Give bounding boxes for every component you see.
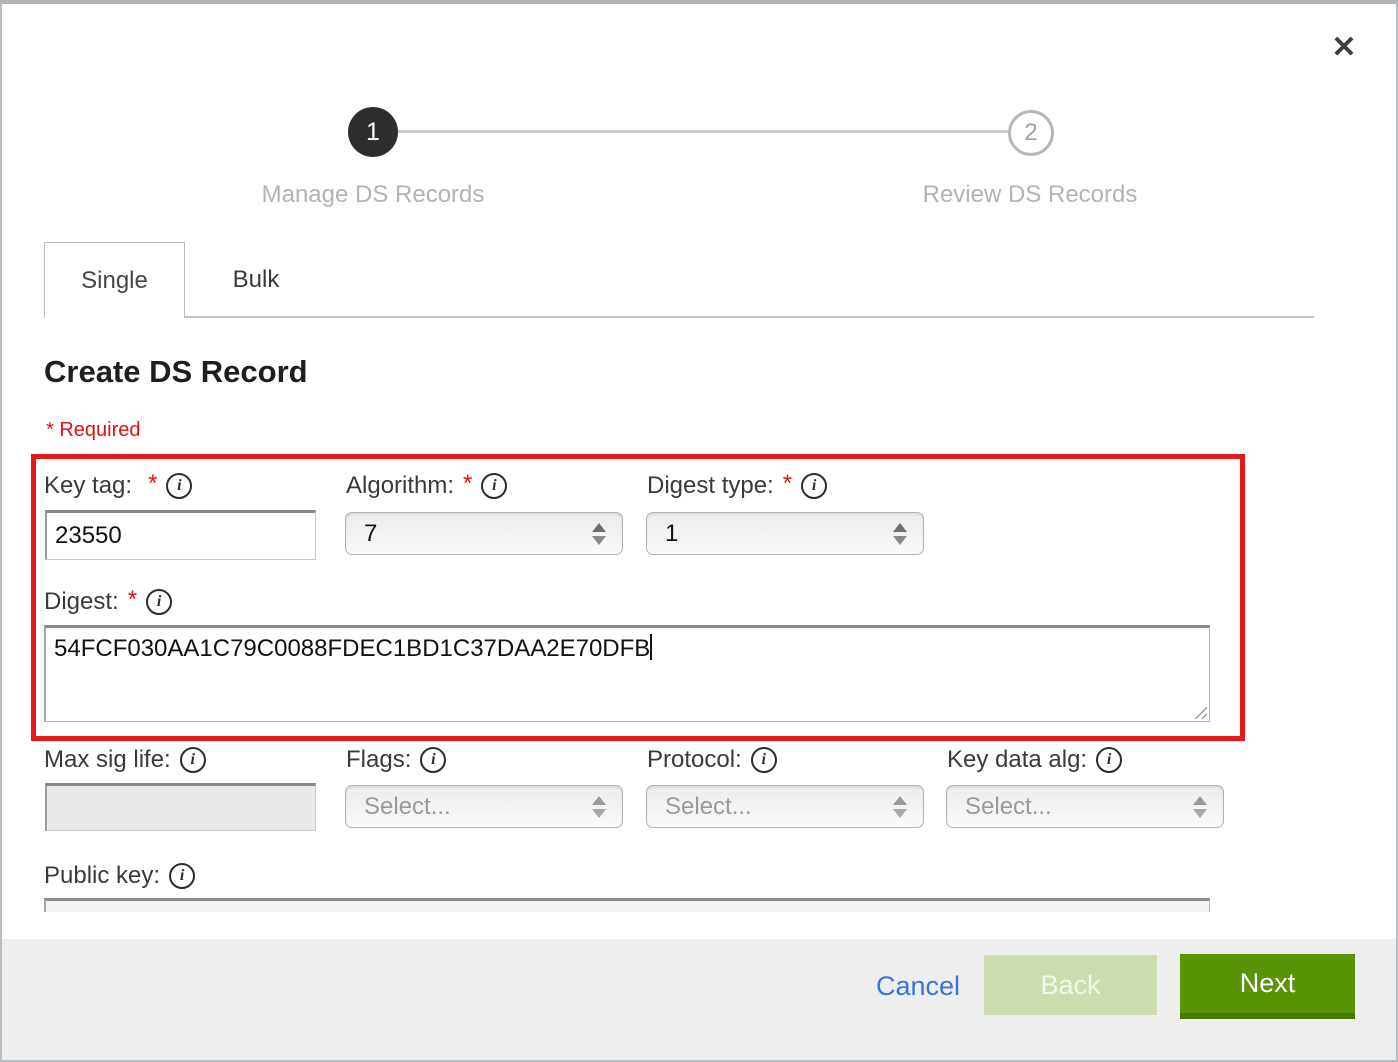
tab-bulk[interactable]: Bulk [185,244,327,316]
algorithm-label-text: Algorithm: [346,472,454,500]
info-icon[interactable]: i [169,863,195,889]
modal-footer: Cancel Back Next [2,939,1396,1060]
tab-divider-line [44,316,1314,318]
resize-handle-icon[interactable] [1192,704,1207,719]
next-button[interactable]: Next [1180,954,1355,1019]
protocol-select-value: Select... [665,793,752,821]
select-spinner-icon [592,523,606,545]
select-spinner-icon [893,796,907,818]
info-icon[interactable]: i [146,589,172,615]
info-icon[interactable]: i [1096,747,1122,773]
select-spinner-icon [592,796,606,818]
step-1-circle: 1 [348,107,398,157]
max-sig-life-label: Max sig life: i [44,746,206,774]
back-button[interactable]: Back [984,955,1157,1015]
info-icon[interactable]: i [420,747,446,773]
key-tag-label-text: Key tag: [44,472,132,500]
required-note: * Required [46,419,141,442]
flags-select-value: Select... [364,793,451,821]
close-icon[interactable]: ✕ [1324,28,1364,68]
text-cursor [650,634,652,660]
key-data-alg-select[interactable]: Select... [946,785,1224,828]
tab-single[interactable]: Single [44,242,185,318]
public-key-label-text: Public key: [44,862,160,890]
public-key-textarea[interactable] [44,898,1210,912]
required-asterisk: * [128,586,137,614]
protocol-label-text: Protocol: [647,746,742,774]
digest-type-label: Digest type: * i [647,472,827,500]
algorithm-select-value: 7 [364,520,377,548]
select-spinner-icon [893,523,907,545]
protocol-select[interactable]: Select... [646,785,924,828]
select-spinner-icon [1193,796,1207,818]
info-icon[interactable]: i [801,473,827,499]
key-tag-input[interactable] [45,510,316,560]
digest-type-select-value: 1 [665,520,678,548]
required-asterisk: * [148,470,157,498]
digest-label-text: Digest: [44,588,119,616]
page-title: Create DS Record [44,354,308,390]
max-sig-life-input[interactable] [45,783,316,831]
flags-select[interactable]: Select... [345,785,623,828]
stepper-connector [398,130,1010,133]
step-2-circle: 2 [1008,110,1054,156]
max-sig-life-label-text: Max sig life: [44,746,171,774]
step-1-label: Manage DS Records [203,181,543,209]
flags-label-text: Flags: [346,746,411,774]
info-icon[interactable]: i [166,473,192,499]
public-key-label: Public key: i [44,862,195,890]
algorithm-label: Algorithm: * i [346,472,507,500]
key-data-alg-select-value: Select... [965,793,1052,821]
digest-value: 54FCF030AA1C79C0088FDEC1BD1C37DAA2E70DFB [54,635,650,662]
flags-label: Flags: i [346,746,446,774]
key-data-alg-label-text: Key data alg: [947,746,1087,774]
create-ds-record-modal: ✕ 1 2 Manage DS Records Review DS Record… [0,0,1398,1062]
info-icon[interactable]: i [481,473,507,499]
cancel-button[interactable]: Cancel [876,971,960,1002]
required-asterisk: * [463,470,472,498]
info-icon[interactable]: i [180,747,206,773]
key-data-alg-label: Key data alg: i [947,746,1122,774]
key-tag-label: Key tag: * i [44,472,192,500]
algorithm-select[interactable]: 7 [345,512,623,555]
digest-type-label-text: Digest type: [647,472,774,500]
protocol-label: Protocol: i [647,746,777,774]
digest-label: Digest: * i [44,588,172,616]
digest-type-select[interactable]: 1 [646,512,924,555]
digest-textarea[interactable]: 54FCF030AA1C79C0088FDEC1BD1C37DAA2E70DFB [44,625,1210,722]
required-asterisk: * [783,470,792,498]
step-2-label: Review DS Records [860,181,1200,209]
info-icon[interactable]: i [751,747,777,773]
